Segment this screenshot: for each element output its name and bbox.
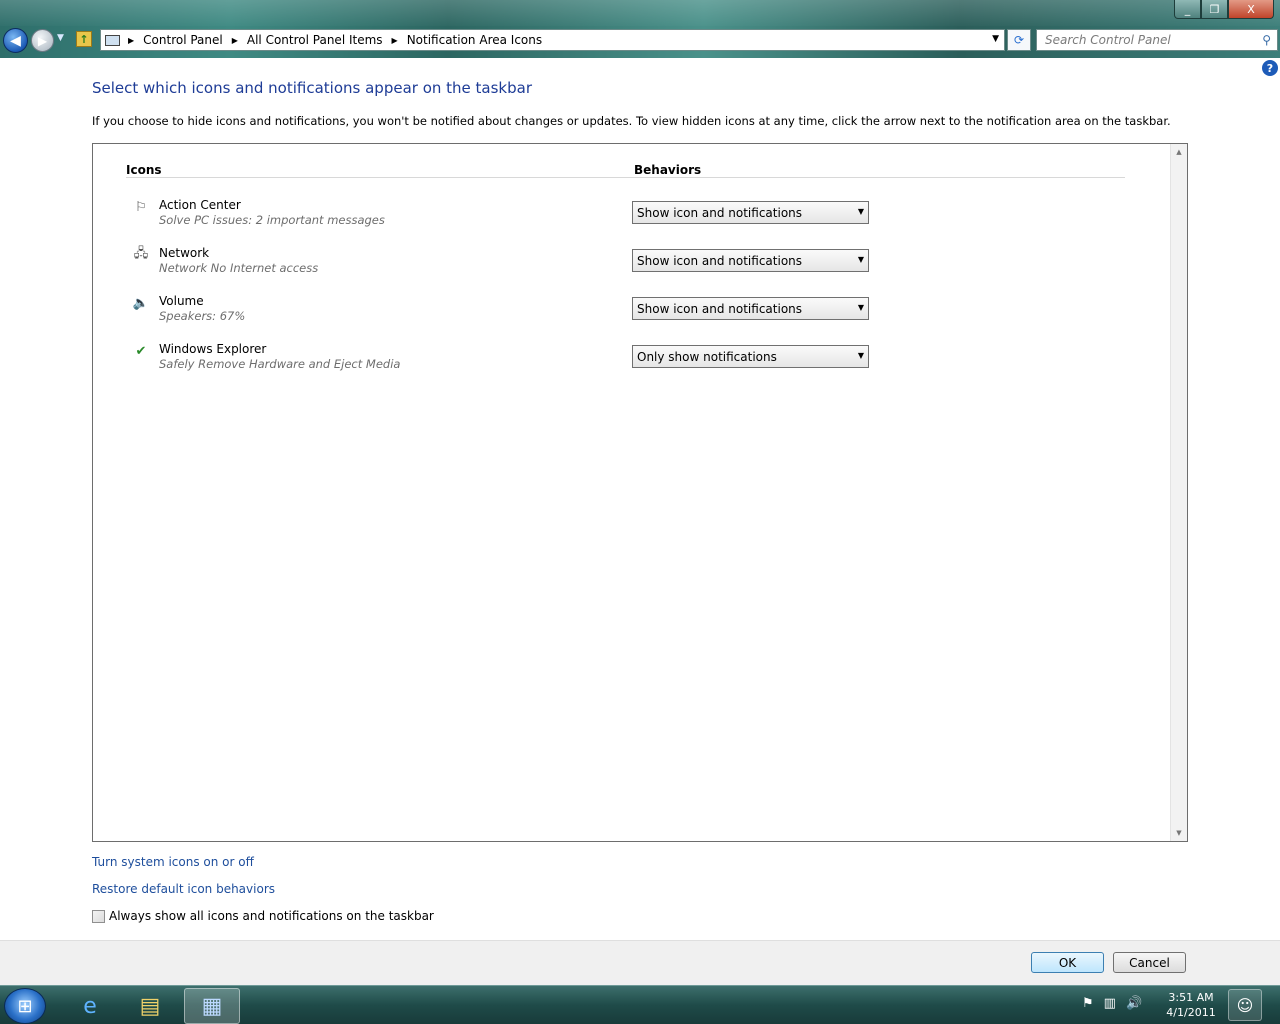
item-name: Volume bbox=[159, 294, 204, 308]
item-name: Network bbox=[159, 246, 210, 260]
page-title: Select which icons and notifications app… bbox=[92, 79, 532, 97]
list-item: ✔ Windows Explorer Safely Remove Hardwar… bbox=[131, 340, 891, 380]
internet-explorer-icon[interactable]: e bbox=[62, 988, 118, 1024]
behaviors-column-header: Behaviors bbox=[634, 163, 702, 177]
forward-arrow-icon[interactable]: ▶ bbox=[31, 29, 54, 52]
chevron-down-icon[interactable]: ▼ bbox=[858, 303, 864, 312]
behavior-select[interactable]: Show icon and notifications ▼ bbox=[632, 249, 869, 272]
checkbox-label[interactable]: Always show all icons and notifications … bbox=[109, 909, 434, 923]
restore-defaults-link[interactable]: Restore default icon behaviors bbox=[92, 882, 275, 896]
behavior-value: Show icon and notifications bbox=[637, 205, 803, 220]
back-arrow-icon[interactable]: ◀ bbox=[3, 28, 28, 53]
list-item: ⚐ Action Center Solve PC issues: 2 impor… bbox=[131, 196, 891, 236]
chevron-right-icon[interactable]: ▶ bbox=[392, 36, 398, 45]
breadcrumb-notification-area-icons[interactable]: Notification Area Icons bbox=[407, 33, 542, 47]
notification-area: ⚑ ▥ 🔊 bbox=[1082, 996, 1142, 1011]
item-description: Solve PC issues: 2 important messages bbox=[159, 213, 385, 227]
chevron-down-icon[interactable]: ▼ bbox=[858, 207, 864, 216]
breadcrumb-all-items[interactable]: All Control Panel Items bbox=[247, 33, 383, 47]
help-icon[interactable]: ? bbox=[1262, 60, 1278, 76]
flag-icon[interactable]: ⚑ bbox=[1082, 996, 1094, 1011]
icons-list-panel: Icons Behaviors ⚐ Action Center Solve PC… bbox=[92, 143, 1188, 842]
item-description: Safely Remove Hardware and Eject Media bbox=[159, 357, 401, 371]
behavior-value: Show icon and notifications bbox=[637, 301, 803, 316]
item-description: Speakers: 67% bbox=[159, 309, 246, 323]
recent-pages-dropdown[interactable]: ▼ bbox=[57, 33, 64, 43]
minimize-button[interactable]: _ bbox=[1174, 0, 1201, 19]
scroll-up-icon[interactable]: ▲ bbox=[1171, 148, 1187, 156]
item-description: Network No Internet access bbox=[159, 261, 319, 275]
control-panel-icon[interactable]: ▦ bbox=[184, 988, 240, 1024]
search-input[interactable] bbox=[1045, 33, 1245, 47]
taskbar: ⊞ e ▤ ▦ ⚑ ▥ 🔊 3:51 AM 4/1/2011 ☺ bbox=[0, 985, 1280, 1024]
clock-time: 3:51 AM bbox=[1168, 991, 1214, 1004]
scroll-down-icon[interactable]: ▼ bbox=[1171, 829, 1187, 837]
folder-up-icon[interactable]: ↑ bbox=[76, 31, 92, 47]
search-box[interactable]: ⚲ bbox=[1036, 29, 1278, 51]
refresh-button[interactable]: ⟳ bbox=[1007, 29, 1031, 51]
chevron-down-icon[interactable]: ▼ bbox=[858, 351, 864, 360]
ok-button[interactable]: OK bbox=[1031, 952, 1104, 973]
network-icon: 🖧 bbox=[133, 246, 149, 261]
behavior-value: Only show notifications bbox=[637, 349, 777, 364]
behavior-select[interactable]: Show icon and notifications ▼ bbox=[632, 201, 869, 224]
chevron-right-icon[interactable]: ▶ bbox=[128, 36, 134, 45]
list-item: 🔈 Volume Speakers: 67% Show icon and not… bbox=[131, 292, 891, 332]
list-item: 🖧 Network Network No Internet access Sho… bbox=[131, 244, 891, 284]
maximize-button[interactable]: ❐ bbox=[1201, 0, 1228, 19]
windows-explorer-icon[interactable]: ▤ bbox=[122, 988, 178, 1024]
behavior-select[interactable]: Show icon and notifications ▼ bbox=[632, 297, 869, 320]
flag-icon: ⚐ bbox=[135, 199, 147, 215]
icons-column-header: Icons bbox=[126, 163, 162, 177]
item-name: Action Center bbox=[159, 198, 241, 212]
usb-eject-icon: ✔ bbox=[135, 343, 147, 359]
computer-icon bbox=[105, 34, 120, 46]
window-controls: _ ❐ X bbox=[1174, 0, 1274, 19]
header-divider bbox=[126, 177, 1125, 178]
breadcrumb-control-panel[interactable]: Control Panel bbox=[143, 33, 223, 47]
vertical-scrollbar[interactable]: ▲ ▼ bbox=[1170, 144, 1187, 841]
chevron-down-icon[interactable]: ▼ bbox=[992, 34, 999, 44]
chevron-right-icon[interactable]: ▶ bbox=[232, 36, 238, 45]
item-name: Windows Explorer bbox=[159, 342, 267, 356]
turn-system-icons-link[interactable]: Turn system icons on or off bbox=[92, 855, 254, 869]
taskbar-clock[interactable]: 3:51 AM 4/1/2011 bbox=[1160, 990, 1222, 1020]
intro-text: If you choose to hide icons and notifica… bbox=[92, 114, 1171, 128]
behavior-value: Show icon and notifications bbox=[637, 253, 803, 268]
clock-date: 4/1/2011 bbox=[1166, 1006, 1216, 1019]
network-icon[interactable]: ▥ bbox=[1104, 996, 1116, 1011]
speaker-icon[interactable]: 🔊 bbox=[1126, 996, 1142, 1011]
address-bar[interactable]: ▶ Control Panel ▶ All Control Panel Item… bbox=[100, 29, 1005, 51]
user-avatar-icon[interactable]: ☺ bbox=[1228, 989, 1262, 1021]
search-icon[interactable]: ⚲ bbox=[1262, 33, 1271, 47]
checkbox-box[interactable] bbox=[92, 909, 105, 923]
start-button[interactable]: ⊞ bbox=[4, 988, 46, 1024]
cancel-button[interactable]: Cancel bbox=[1113, 952, 1186, 973]
chevron-down-icon[interactable]: ▼ bbox=[858, 255, 864, 264]
close-button[interactable]: X bbox=[1228, 0, 1274, 19]
always-show-all-checkbox[interactable]: Always show all icons and notifications … bbox=[92, 909, 434, 923]
behavior-select[interactable]: Only show notifications ▼ bbox=[632, 345, 869, 368]
speaker-icon: 🔈 bbox=[132, 295, 150, 311]
